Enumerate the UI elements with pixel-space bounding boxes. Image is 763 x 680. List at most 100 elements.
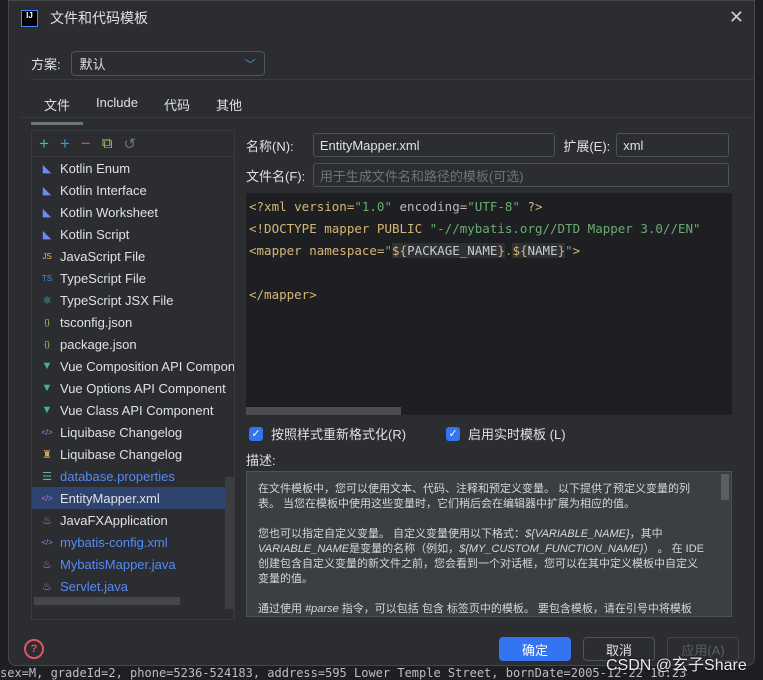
text: ，其中: [629, 528, 663, 540]
template-item[interactable]: </> Liquibase Changelog: [32, 421, 234, 443]
extension-input[interactable]: xml: [616, 133, 729, 157]
code-token: "UTF-8": [467, 199, 520, 214]
description-paragraph: 通过使用 #parse 指令，可以包括 包含 标签页中的模板。 要包含模板，请在…: [258, 602, 704, 616]
horizontal-scrollbar[interactable]: [34, 597, 180, 605]
vertical-scrollbar[interactable]: [225, 477, 234, 609]
template-item[interactable]: ◣ Kotlin Enum: [32, 157, 234, 179]
description-panel[interactable]: 在文件模板中，您可以使用文本、代码、注释和预定义变量。 以下提供了预定义变量的列…: [246, 471, 732, 617]
template-list-panel: + + − ⧉ ↺ ◣ Kotlin Enum ◣ Kotlin Interface ◣…: [31, 130, 235, 620]
xml-icon: </>: [41, 493, 53, 503]
live-templates-label: 启用实时模板 (L): [468, 427, 566, 442]
code-line: </mapper>: [249, 284, 729, 306]
template-item[interactable]: ⚛ TypeScript JSX File: [32, 289, 234, 311]
template-item[interactable]: ♨ Servlet.java: [32, 575, 234, 597]
reformat-checkbox[interactable]: ✓ 按照样式重新格式化(R): [249, 424, 406, 443]
yaml-icon: ♜: [42, 448, 52, 461]
template-label: database.properties: [60, 468, 175, 484]
background-console-text: sex=M, gradeId=2, phone=5236-524183, add…: [0, 666, 687, 680]
template-item[interactable]: </> EntityMapper.xml: [32, 487, 234, 509]
code-token: "1.0": [354, 199, 392, 214]
properties-icon: ☰: [42, 470, 52, 483]
template-label: Kotlin Worksheet: [60, 204, 159, 220]
template-label: Liquibase Changelog: [60, 424, 183, 440]
java-icon: ♨: [42, 514, 52, 527]
checkmark-icon: ✓: [446, 426, 461, 441]
template-label: Vue Options API Component: [60, 380, 226, 396]
code-token: }: [557, 243, 566, 258]
code-token: ": [384, 243, 392, 258]
divider: [21, 117, 754, 118]
template-label: MybatisMapper.java: [60, 556, 176, 572]
template-item[interactable]: ◣ Kotlin Script: [32, 223, 234, 245]
template-label: TypeScript JSX File: [60, 292, 174, 308]
kotlin-icon: ◣: [42, 228, 52, 241]
code-token: ${: [392, 243, 408, 258]
name-label: 名称(N):: [246, 138, 294, 154]
xml-icon: </>: [41, 427, 53, 437]
code-token: ${: [512, 243, 528, 258]
name-input[interactable]: EntityMapper.xml: [312, 133, 556, 157]
copy-icon[interactable]: ⧉: [102, 135, 113, 152]
template-code-editor[interactable]: <?xml version="1.0" encoding="UTF-8" ?> …: [246, 193, 732, 415]
text: ${MY_CUSTOM_FUNCTION_NAME}: [459, 543, 644, 555]
json-icon: {}: [44, 317, 50, 327]
code-token: encoding=: [392, 199, 468, 214]
template-label: Vue Composition API Component: [60, 358, 234, 374]
template-item[interactable]: {} tsconfig.json: [32, 311, 234, 333]
template-label: package.json: [60, 336, 137, 352]
add-icon[interactable]: +: [39, 134, 49, 154]
ok-button[interactable]: 确定: [499, 637, 571, 661]
template-item[interactable]: ♜ Liquibase Changelog: [32, 443, 234, 465]
options-row: ✓ 按照样式重新格式化(R) ✓ 启用实时模板 (L): [249, 424, 566, 443]
code-token: >: [572, 243, 581, 258]
template-item[interactable]: ▼ Vue Options API Component: [32, 377, 234, 399]
code-token: NAME: [527, 243, 558, 258]
template-item[interactable]: {} package.json: [32, 333, 234, 355]
template-item[interactable]: ▼ Vue Class API Component: [32, 399, 234, 421]
editor-horizontal-scrollbar[interactable]: [246, 407, 401, 415]
template-item[interactable]: ◣ Kotlin Interface: [32, 179, 234, 201]
code-token: }: [497, 243, 505, 258]
reset-icon[interactable]: ↺: [124, 135, 137, 153]
template-form: 名称(N): EntityMapper.xml 扩展(E): xml 文件名(F…: [246, 132, 729, 192]
text: ${VARIABLE_NAME}: [525, 528, 630, 540]
template-item[interactable]: JS JavaScript File: [32, 245, 234, 267]
code-token: <!DOCTYPE mapper PUBLIC: [249, 221, 430, 236]
add-child-icon[interactable]: +: [60, 134, 70, 154]
code-token: </mapper>: [249, 287, 317, 302]
code-line: <?xml version="1.0" encoding="UTF-8" ?>: [249, 196, 729, 218]
divider: [31, 79, 754, 80]
code-token: "-//mybatis.org//DTD Mapper 3.0//EN": [429, 221, 701, 236]
description-label: 描述:: [246, 453, 276, 468]
tab-other[interactable]: 其他: [203, 89, 255, 125]
template-item[interactable]: ♨ JavaFXApplication: [32, 509, 234, 531]
tab-include[interactable]: Include: [83, 89, 151, 125]
react-icon: ⚛: [42, 294, 52, 307]
filename-input[interactable]: 用于生成文件名和路径的模板(可选): [312, 163, 729, 187]
tab-files[interactable]: 文件: [31, 89, 84, 125]
chevron-down-icon: ﹀: [244, 58, 256, 71]
live-templates-checkbox[interactable]: ✓ 启用实时模板 (L): [446, 424, 566, 443]
checkmark-icon: ✓: [249, 426, 263, 441]
dialog-title: 文件和代码模板: [50, 10, 148, 26]
code-token: ?>: [519, 199, 543, 214]
description-paragraph: 您也可以指定自定义变量。 自定义变量使用以下格式：${VARIABLE_NAME…: [258, 527, 704, 587]
kotlin-icon: ◣: [42, 206, 52, 219]
template-list[interactable]: ◣ Kotlin Enum ◣ Kotlin Interface ◣ Kotlin Wor…: [32, 157, 234, 609]
javascript-icon: JS: [42, 251, 52, 261]
filename-placeholder: 用于生成文件名和路径的模板(可选): [319, 168, 524, 184]
template-item[interactable]: ♨ MybatisMapper.java: [32, 553, 234, 575]
template-item[interactable]: ☰ database.properties: [32, 465, 234, 487]
template-item[interactable]: TS TypeScript File: [32, 267, 234, 289]
help-icon[interactable]: ?: [24, 639, 44, 659]
template-item[interactable]: ▼ Vue Composition API Component: [32, 355, 234, 377]
code-line: <mapper namespace="${PACKAGE_NAME}.${NAM…: [249, 240, 729, 262]
description-scrollbar[interactable]: [721, 474, 729, 500]
tab-code[interactable]: 代码: [151, 89, 203, 125]
close-icon[interactable]: ✕: [729, 7, 744, 28]
template-item[interactable]: ◣ Kotlin Worksheet: [32, 201, 234, 223]
template-label: TypeScript File: [60, 270, 146, 286]
template-item[interactable]: </> mybatis-config.xml: [32, 531, 234, 553]
remove-icon[interactable]: −: [81, 134, 91, 154]
scheme-select[interactable]: 默认 ﹀: [70, 51, 265, 76]
